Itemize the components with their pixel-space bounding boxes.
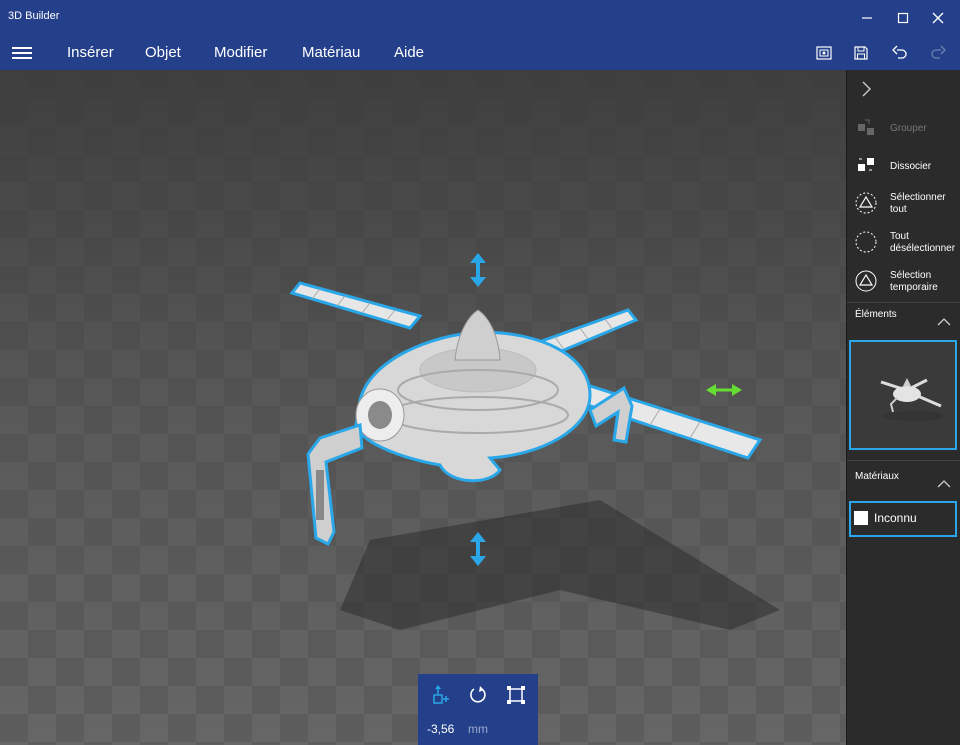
menu-bar: Insérer Objet Modifier Matériau Aide (0, 36, 960, 70)
space-station-model[interactable] (0, 70, 846, 745)
menu-inserer[interactable]: Insérer (67, 44, 114, 61)
print-3d-icon (816, 46, 832, 60)
transform-toolbar: -3,56 mm (418, 674, 538, 745)
ungroup-icon (858, 158, 874, 171)
chevron-right-icon (862, 81, 871, 97)
close-icon (932, 12, 944, 24)
app-title: 3D Builder (8, 10, 60, 22)
deselect-icon (855, 231, 877, 253)
scale-button[interactable] (504, 683, 528, 707)
chevron-up-icon[interactable] (937, 316, 951, 326)
menu-objet[interactable]: Objet (145, 44, 181, 61)
temporary-selection-button[interactable]: Sélection temporaire (847, 264, 960, 300)
close-button[interactable] (921, 4, 955, 32)
deselect-all-label: Tout désélectionner (890, 231, 956, 254)
temporary-selection-icon (855, 270, 877, 292)
redo-icon (931, 45, 946, 59)
dissocier-label: Dissocier (890, 161, 932, 172)
move-down-arrow-icon[interactable] (470, 532, 486, 566)
minimize-button[interactable] (850, 4, 884, 32)
scale-icon (507, 686, 525, 704)
move-button[interactable] (428, 683, 452, 707)
menu-aide[interactable]: Aide (394, 44, 424, 61)
maximize-button[interactable] (886, 4, 920, 32)
collapse-panel-button[interactable] (859, 80, 875, 98)
3d-viewport[interactable] (0, 70, 846, 745)
rotate-button[interactable] (466, 683, 490, 707)
divider (847, 302, 960, 303)
save-icon (854, 46, 868, 60)
grouper-label: Grouper (890, 123, 927, 134)
save-button[interactable] (849, 41, 873, 65)
material-name: Inconnu (874, 511, 917, 525)
title-bar: 3D Builder (0, 0, 960, 36)
redo-button[interactable] (926, 41, 950, 65)
menu-materiau[interactable]: Matériau (302, 44, 360, 61)
select-all-button[interactable]: Sélectionner tout (847, 186, 960, 222)
undo-icon (892, 45, 907, 59)
transform-unit: mm (468, 722, 488, 736)
chevron-up-icon[interactable] (937, 478, 951, 488)
minimize-icon (862, 17, 872, 19)
element-thumbnail[interactable] (849, 340, 957, 450)
materials-header: Matériaux (855, 471, 899, 482)
undo-button[interactable] (888, 41, 912, 65)
right-panel: Grouper Dissocier Sélectionner tout Tout d… (846, 70, 960, 745)
print-3d-button[interactable] (812, 41, 836, 65)
material-item[interactable]: Inconnu (849, 501, 957, 537)
hamburger-menu-icon[interactable] (12, 44, 32, 62)
select-all-label: Sélectionner tout (890, 192, 946, 215)
maximize-icon (897, 12, 909, 24)
menu-modifier[interactable]: Modifier (214, 44, 267, 61)
temporary-selection-label: Sélection temporaire (890, 270, 938, 293)
material-swatch (854, 511, 868, 525)
move-icon (433, 685, 449, 704)
leg-left (306, 422, 364, 547)
solar-panel-left (289, 281, 423, 330)
dissocier-button[interactable]: Dissocier (847, 148, 960, 184)
deselect-all-button[interactable]: Tout désélectionner (847, 225, 960, 261)
rotate-icon (470, 686, 486, 703)
elements-header: Éléments (855, 309, 897, 320)
move-up-arrow-icon[interactable] (470, 253, 486, 287)
transform-value[interactable]: -3,56 (427, 722, 454, 736)
move-horizontal-arrow-icon[interactable] (706, 384, 742, 396)
group-icon (858, 119, 874, 135)
grouper-button[interactable]: Grouper (847, 110, 960, 146)
divider (847, 460, 960, 461)
model-thumbnail-image (880, 378, 943, 421)
select-all-icon (855, 192, 877, 214)
